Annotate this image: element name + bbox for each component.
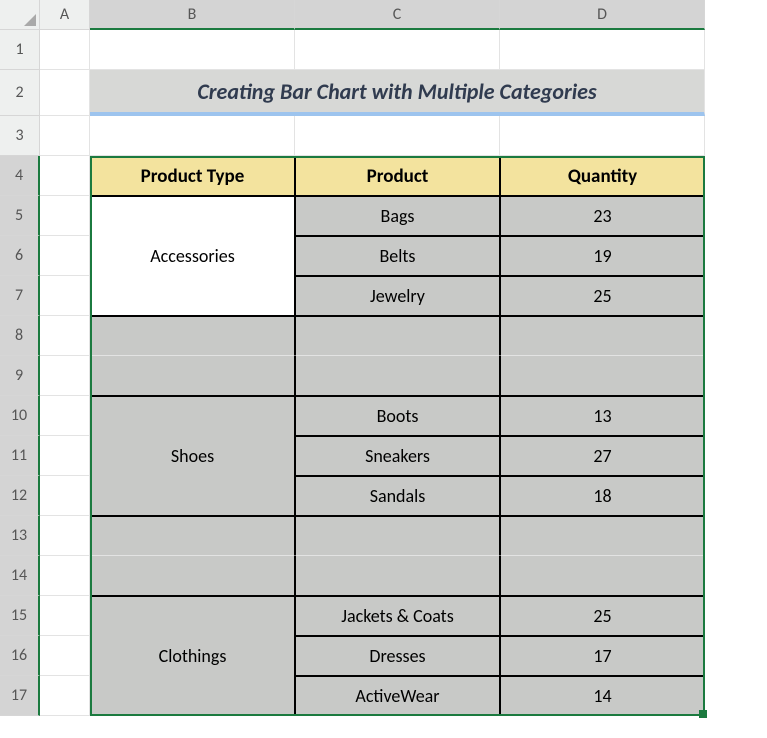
cell-product-sneakers[interactable]: Sneakers — [295, 436, 500, 476]
cell-product-bags[interactable]: Bags — [295, 196, 500, 236]
cell-D14[interactable] — [500, 556, 705, 596]
cell-B1[interactable] — [90, 30, 295, 70]
cell-product-activewear[interactable]: ActiveWear — [295, 676, 500, 716]
col-header-B[interactable]: B — [90, 0, 295, 30]
cell-A6[interactable] — [40, 236, 90, 276]
row-header-7[interactable]: 7 — [0, 276, 40, 316]
row-header-6[interactable]: 6 — [0, 236, 40, 276]
col-header-C[interactable]: C — [295, 0, 500, 30]
cell-qty-sneakers[interactable]: 27 — [500, 436, 705, 476]
row-header-12[interactable]: 12 — [0, 476, 40, 516]
cell-A15[interactable] — [40, 596, 90, 636]
cell-A1[interactable] — [40, 30, 90, 70]
row-header-2[interactable]: 2 — [0, 70, 40, 116]
cell-qty-belts[interactable]: 19 — [500, 236, 705, 276]
cell-product-jackets[interactable]: Jackets & Coats — [295, 596, 500, 636]
row-header-11[interactable]: 11 — [0, 436, 40, 476]
cell-A11[interactable] — [40, 436, 90, 476]
header-product[interactable]: Product — [295, 156, 500, 196]
cell-D8[interactable] — [500, 316, 705, 356]
row-header-14[interactable]: 14 — [0, 556, 40, 596]
cell-D3[interactable] — [500, 116, 705, 156]
cell-C8[interactable] — [295, 316, 500, 356]
row-header-13[interactable]: 13 — [0, 516, 40, 556]
cell-A8[interactable] — [40, 316, 90, 356]
row-header-5[interactable]: 5 — [0, 196, 40, 236]
cell-qty-boots[interactable]: 13 — [500, 396, 705, 436]
cell-qty-jewelry[interactable]: 25 — [500, 276, 705, 316]
cell-B13[interactable] — [90, 516, 295, 556]
cell-A17[interactable] — [40, 676, 90, 716]
cell-product-type-accessories[interactable]: Accessories — [90, 196, 295, 316]
cell-A10[interactable] — [40, 396, 90, 436]
row-header-16[interactable]: 16 — [0, 636, 40, 676]
cell-A4[interactable] — [40, 156, 90, 196]
cell-C14[interactable] — [295, 556, 500, 596]
cell-A7[interactable] — [40, 276, 90, 316]
cell-C3[interactable] — [295, 116, 500, 156]
cell-product-type-clothings[interactable]: Clothings — [90, 596, 295, 716]
row-header-9[interactable]: 9 — [0, 356, 40, 396]
cell-C13[interactable] — [295, 516, 500, 556]
cell-product-belts[interactable]: Belts — [295, 236, 500, 276]
cell-C1[interactable] — [295, 30, 500, 70]
cell-B9[interactable] — [90, 356, 295, 396]
cell-product-jewelry[interactable]: Jewelry — [295, 276, 500, 316]
cell-product-type-shoes[interactable]: Shoes — [90, 396, 295, 516]
cell-qty-jackets[interactable]: 25 — [500, 596, 705, 636]
cell-product-sandals[interactable]: Sandals — [295, 476, 500, 516]
select-all-corner[interactable] — [0, 0, 40, 30]
cell-A9[interactable] — [40, 356, 90, 396]
header-quantity[interactable]: Quantity — [500, 156, 705, 196]
row-header-10[interactable]: 10 — [0, 396, 40, 436]
cell-A3[interactable] — [40, 116, 90, 156]
cell-qty-bags[interactable]: 23 — [500, 196, 705, 236]
cell-A14[interactable] — [40, 556, 90, 596]
cell-A12[interactable] — [40, 476, 90, 516]
cell-qty-activewear[interactable]: 14 — [500, 676, 705, 716]
cell-B3[interactable] — [90, 116, 295, 156]
spreadsheet-grid[interactable]: A B C D 1 2 Creating Bar Chart with Mult… — [0, 0, 767, 716]
cell-qty-dresses[interactable]: 17 — [500, 636, 705, 676]
cell-product-dresses[interactable]: Dresses — [295, 636, 500, 676]
header-product-type[interactable]: Product Type — [90, 156, 295, 196]
title-cell[interactable]: Creating Bar Chart with Multiple Categor… — [90, 70, 705, 116]
row-header-1[interactable]: 1 — [0, 30, 40, 70]
cell-C9[interactable] — [295, 356, 500, 396]
cell-A5[interactable] — [40, 196, 90, 236]
row-header-17[interactable]: 17 — [0, 676, 40, 716]
cell-D13[interactable] — [500, 516, 705, 556]
cell-D9[interactable] — [500, 356, 705, 396]
cell-D1[interactable] — [500, 30, 705, 70]
row-header-4[interactable]: 4 — [0, 156, 40, 196]
cell-qty-sandals[interactable]: 18 — [500, 476, 705, 516]
cell-B8[interactable] — [90, 316, 295, 356]
cell-A2[interactable] — [40, 70, 90, 116]
row-header-3[interactable]: 3 — [0, 116, 40, 156]
cell-A13[interactable] — [40, 516, 90, 556]
cell-product-boots[interactable]: Boots — [295, 396, 500, 436]
cell-A16[interactable] — [40, 636, 90, 676]
row-header-15[interactable]: 15 — [0, 596, 40, 636]
col-header-A[interactable]: A — [40, 0, 90, 30]
col-header-D[interactable]: D — [500, 0, 705, 30]
cell-B14[interactable] — [90, 556, 295, 596]
row-header-8[interactable]: 8 — [0, 316, 40, 356]
